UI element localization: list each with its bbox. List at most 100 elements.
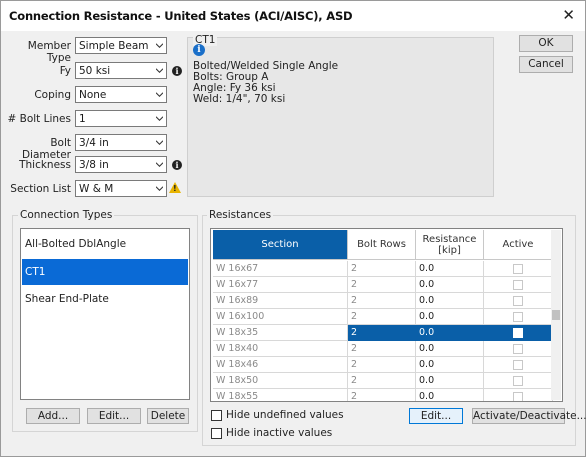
bolt-lines-select[interactable]: 1 <box>75 110 167 127</box>
activate-deactivate-button[interactable]: Activate/Deactivate... <box>472 408 586 424</box>
connection-description-text: Bolted/Welded Single Angle Bolts: Group … <box>193 61 338 105</box>
delete-button[interactable]: Delete <box>147 408 189 424</box>
thickness-value: 3/8 in <box>79 159 109 171</box>
section-list-select[interactable]: W & M <box>75 180 167 197</box>
section-cell: W 18x55 <box>213 389 348 401</box>
resistance-cell[interactable]: 0.0 <box>416 373 484 389</box>
chevron-down-icon <box>156 92 163 97</box>
section-cell: W 16x89 <box>213 293 348 309</box>
warning-icon[interactable]: ! <box>169 182 181 193</box>
add-button[interactable]: Add... <box>26 408 80 424</box>
cancel-button[interactable]: Cancel <box>519 56 573 73</box>
resistance-cell[interactable]: 0.0 <box>416 341 484 357</box>
section-cell: W 18x40 <box>213 341 348 357</box>
resistances-table[interactable]: Section Bolt Rows Resistance [kip] Activ… <box>210 228 563 402</box>
bolt-rows-cell[interactable]: 2 <box>348 277 416 293</box>
active-checkbox[interactable] <box>513 296 523 306</box>
bolt-rows-cell[interactable]: 2 <box>348 325 416 341</box>
info-icon: i <box>193 44 205 56</box>
table-row[interactable]: W 18x46 2 0.0 <box>213 357 553 373</box>
table-row[interactable]: W 16x100 2 0.0 <box>213 309 553 325</box>
active-checkbox[interactable] <box>513 360 523 370</box>
connection-resistance-dialog: Connection Resistance - United States (A… <box>0 0 586 457</box>
window-title: Connection Resistance - United States (A… <box>9 9 353 23</box>
connection-types-list[interactable]: All-Bolted DblAngle CT1 Shear End-Plate <box>20 228 190 400</box>
active-checkbox[interactable] <box>513 376 523 386</box>
thickness-label: Thickness <box>19 159 71 171</box>
list-item[interactable]: Shear End-Plate <box>22 286 188 312</box>
resistance-cell[interactable]: 0.0 <box>416 277 484 293</box>
table-row[interactable]: W 16x89 2 0.0 <box>213 293 553 309</box>
member-type-select[interactable]: Simple Beam <box>75 37 167 54</box>
active-cell[interactable] <box>484 389 553 401</box>
table-scrollbar[interactable] <box>551 230 561 400</box>
chevron-down-icon <box>156 186 163 191</box>
column-header-bolt-rows[interactable]: Bolt Rows <box>348 230 416 260</box>
bolt-rows-cell[interactable]: 2 <box>348 293 416 309</box>
table-row-selected[interactable]: W 18x35 2 0.0 <box>213 325 553 341</box>
hide-inactive-label: Hide inactive values <box>226 427 333 439</box>
active-checkbox[interactable] <box>513 344 523 354</box>
coping-select[interactable]: None <box>75 86 167 103</box>
table-row[interactable]: W 18x55 2 0.0 <box>213 389 553 401</box>
column-header-active[interactable]: Active <box>484 230 553 260</box>
bolt-rows-cell[interactable]: 2 <box>348 373 416 389</box>
thickness-info-icon[interactable]: i <box>172 160 182 170</box>
bolt-rows-cell[interactable]: 2 <box>348 389 416 401</box>
edit-button[interactable]: Edit... <box>87 408 141 424</box>
resistance-cell[interactable]: 0.0 <box>416 309 484 325</box>
member-type-label: Member Type <box>27 40 71 64</box>
chevron-down-icon <box>156 116 163 121</box>
member-type-value: Simple Beam <box>79 40 149 52</box>
scrollbar-thumb[interactable] <box>552 310 560 320</box>
active-cell[interactable] <box>484 357 553 373</box>
active-checkbox[interactable] <box>513 328 523 338</box>
active-checkbox[interactable] <box>513 280 523 290</box>
active-cell[interactable] <box>484 277 553 293</box>
chevron-down-icon <box>156 68 163 73</box>
bolt-diameter-label: Bolt Diameter <box>21 137 71 161</box>
active-checkbox[interactable] <box>513 392 523 401</box>
grid-edit-button[interactable]: Edit... <box>409 408 463 424</box>
resistances-label: Resistances <box>207 209 274 221</box>
active-cell[interactable] <box>484 309 553 325</box>
active-cell[interactable] <box>484 373 553 389</box>
resistance-cell[interactable]: 0.0 <box>416 389 484 401</box>
table-row[interactable]: W 18x40 2 0.0 <box>213 341 553 357</box>
bolt-diameter-select[interactable]: 3/4 in <box>75 134 167 151</box>
bolt-rows-cell[interactable]: 2 <box>348 357 416 373</box>
bolt-rows-cell[interactable]: 2 <box>348 309 416 325</box>
chevron-down-icon <box>156 162 163 167</box>
table-row[interactable]: W 18x50 2 0.0 <box>213 373 553 389</box>
close-icon[interactable]: ✕ <box>562 6 575 24</box>
bolt-lines-value: 1 <box>79 113 86 125</box>
resistance-cell[interactable]: 0.0 <box>416 325 484 341</box>
active-checkbox[interactable] <box>513 312 523 322</box>
column-header-section[interactable]: Section <box>213 230 348 260</box>
table-row[interactable]: W 16x67 2 0.0 <box>213 261 553 277</box>
list-item[interactable]: All-Bolted DblAngle <box>22 231 188 257</box>
resistance-cell[interactable]: 0.0 <box>416 261 484 277</box>
column-header-resistance[interactable]: Resistance [kip] <box>416 230 484 260</box>
resistance-cell[interactable]: 0.0 <box>416 357 484 373</box>
active-checkbox[interactable] <box>513 264 523 274</box>
resistance-cell[interactable]: 0.0 <box>416 293 484 309</box>
table-row[interactable]: W 16x77 2 0.0 <box>213 277 553 293</box>
active-cell[interactable] <box>484 293 553 309</box>
ok-button[interactable]: OK <box>519 35 573 52</box>
active-cell[interactable] <box>484 341 553 357</box>
thickness-select[interactable]: 3/8 in <box>75 156 167 173</box>
fy-label: Fy <box>59 65 71 77</box>
coping-value: None <box>79 89 107 101</box>
bolt-rows-cell[interactable]: 2 <box>348 341 416 357</box>
hide-inactive-checkbox[interactable] <box>211 428 222 439</box>
fy-info-icon[interactable]: i <box>172 66 182 76</box>
bolt-lines-label: # Bolt Lines <box>7 113 72 125</box>
hide-undefined-checkbox[interactable] <box>211 410 222 421</box>
fy-select[interactable]: 50 ksi <box>75 62 167 79</box>
active-cell[interactable] <box>484 261 553 277</box>
list-item[interactable]: CT1 <box>22 259 188 285</box>
active-cell[interactable] <box>484 325 553 341</box>
bolt-rows-cell[interactable]: 2 <box>348 261 416 277</box>
section-list-value: W & M <box>79 183 114 195</box>
